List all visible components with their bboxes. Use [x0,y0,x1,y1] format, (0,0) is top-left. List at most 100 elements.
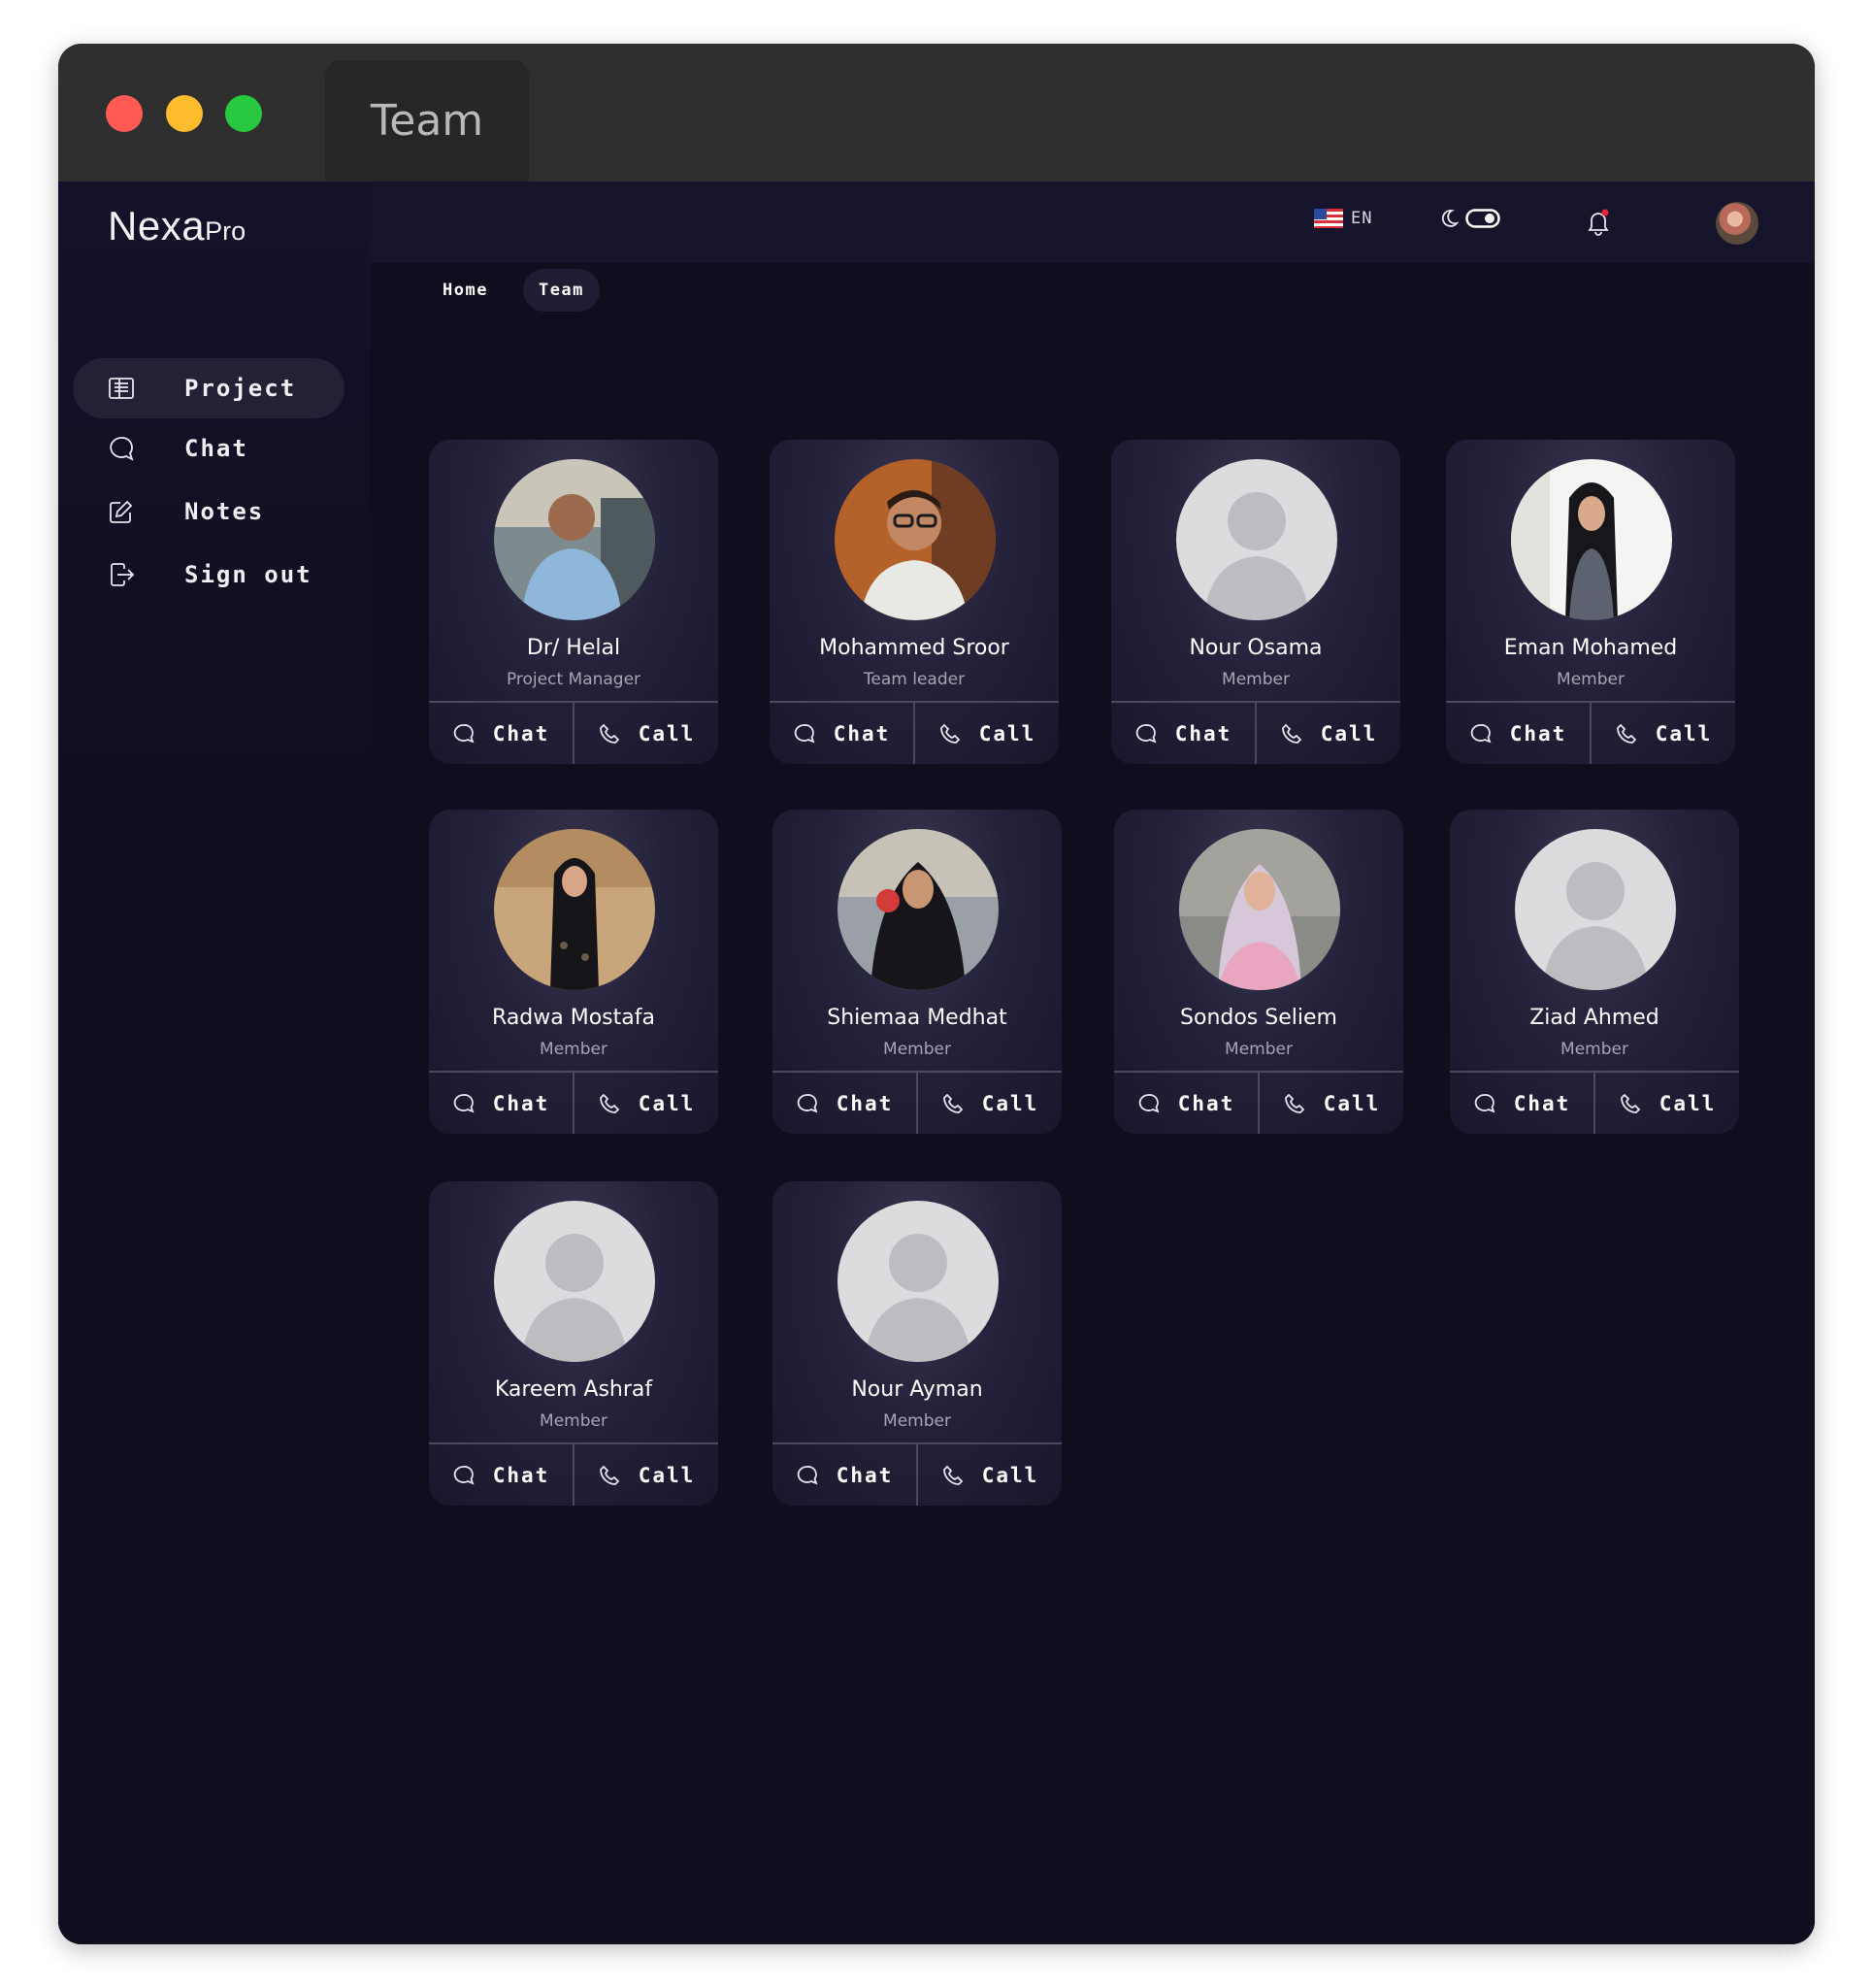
breadcrumb-team[interactable]: Team [522,269,600,312]
member-card: Nour Osama Member Chat Call [1111,440,1400,764]
phone-icon [599,723,619,744]
member-photo [835,459,996,620]
sidebar-item-notes[interactable]: Notes [73,481,345,542]
call-button[interactable]: Call [916,1073,1062,1134]
member-card: Kareem Ashraf Member Chat Call [429,1181,718,1506]
moon-icon [1441,210,1460,227]
member-photo [1179,829,1340,990]
notifications-button[interactable] [1584,206,1613,239]
chat-bubble-icon [794,723,815,744]
chat-bubble-icon [107,434,136,463]
brand-logo[interactable]: NexaPro [108,203,246,249]
card-actions: Chat Call [429,703,718,764]
member-photo [837,829,999,990]
call-button[interactable]: Call [1258,1073,1403,1134]
brand-suffix: Pro [205,216,246,246]
member-card: Sondos Seliem Member Chat Call [1114,810,1403,1134]
chat-button[interactable]: Chat [772,1073,916,1134]
bell-icon [1588,209,1609,236]
maximize-window-button[interactable] [225,95,262,132]
call-button[interactable]: Call [573,1073,718,1134]
sidebar-item-chat[interactable]: Chat [73,418,345,479]
card-actions: Chat Call [772,1444,1062,1506]
phone-icon [1284,1093,1304,1113]
member-card: Shiemaa Medhat Member Chat Call [772,810,1062,1134]
member-name: Nour Osama [1189,636,1323,660]
chat-bubble-icon [453,1093,475,1113]
card-actions: Chat Call [429,1444,718,1506]
chat-button[interactable]: Chat [770,703,913,764]
member-card: Dr/ Helal Project Manager Chat Call [429,440,718,764]
chat-label: Chat [492,1463,550,1487]
close-window-button[interactable] [106,95,143,132]
member-name: Nour Ayman [851,1377,983,1402]
call-button[interactable]: Call [573,703,718,764]
member-name: Dr/ Helal [526,636,621,660]
chat-label: Chat [836,1463,894,1487]
chat-label: Chat [1513,1091,1571,1115]
member-photo [494,459,655,620]
call-button[interactable]: Call [573,1444,718,1506]
member-card: Mohammed Sroor Team leader Chat Call [770,440,1059,764]
card-actions: Chat Call [1446,703,1735,764]
edit-note-icon [107,497,136,526]
language-label: EN [1351,209,1373,228]
sidebar-item-label: Chat [184,435,248,462]
chat-button[interactable]: Chat [429,1073,573,1134]
call-label: Call [638,721,696,746]
card-actions: Chat Call [429,1073,718,1134]
chat-button[interactable]: Chat [429,1444,573,1506]
chat-label: Chat [836,1091,894,1115]
member-role: Member [540,1040,608,1059]
toggle-switch-icon [1465,209,1500,228]
member-card: Ziad Ahmed Member Chat Call [1450,810,1739,1134]
card-actions: Chat Call [1111,703,1400,764]
member-name: Shiemaa Medhat [827,1006,1007,1030]
member-role: Member [1557,670,1625,689]
chat-bubble-icon [797,1465,818,1485]
minimize-window-button[interactable] [166,95,203,132]
chat-button[interactable]: Chat [1114,1073,1258,1134]
chat-button[interactable]: Chat [429,703,573,764]
chat-button[interactable]: Chat [1446,703,1590,764]
window-tab[interactable]: Team [325,60,529,182]
chat-button[interactable]: Chat [1450,1073,1593,1134]
sidebar-item-project[interactable]: Project [73,358,345,418]
card-actions: Chat Call [772,1073,1062,1134]
phone-icon [1616,723,1636,744]
chat-label: Chat [492,721,550,746]
chat-label: Chat [1174,721,1232,746]
phone-icon [1281,723,1301,744]
call-button[interactable]: Call [1255,703,1400,764]
breadcrumb-home[interactable]: Home [427,269,504,312]
sign-out-icon [107,560,136,589]
phone-icon [1620,1093,1640,1113]
call-button[interactable]: Call [913,703,1059,764]
user-avatar[interactable] [1716,202,1758,245]
call-label: Call [1320,721,1378,746]
member-photo [1511,459,1672,620]
language-selector[interactable]: EN [1314,209,1372,228]
member-name: Kareem Ashraf [494,1377,653,1402]
member-role: Member [1222,670,1290,689]
member-role: Member [1225,1040,1293,1059]
chat-button[interactable]: Chat [1111,703,1255,764]
card-actions: Chat Call [1114,1073,1403,1134]
us-flag-icon [1314,209,1343,228]
card-actions: Chat Call [1450,1073,1739,1134]
call-label: Call [978,721,1036,746]
sidebar-item-sign-out[interactable]: Sign out [73,545,345,605]
call-button[interactable]: Call [1590,703,1735,764]
chat-bubble-icon [453,1465,475,1485]
member-name: Radwa Mostafa [492,1006,655,1030]
call-button[interactable]: Call [916,1444,1062,1506]
member-photo [494,829,655,990]
member-role: Member [540,1411,608,1431]
chat-button[interactable]: Chat [772,1444,916,1506]
top-bar: EN [371,182,1815,263]
avatar-placeholder-icon [1515,829,1676,990]
chat-bubble-icon [797,1093,818,1113]
call-label: Call [638,1463,696,1487]
call-button[interactable]: Call [1593,1073,1739,1134]
theme-toggle[interactable] [1438,208,1500,229]
